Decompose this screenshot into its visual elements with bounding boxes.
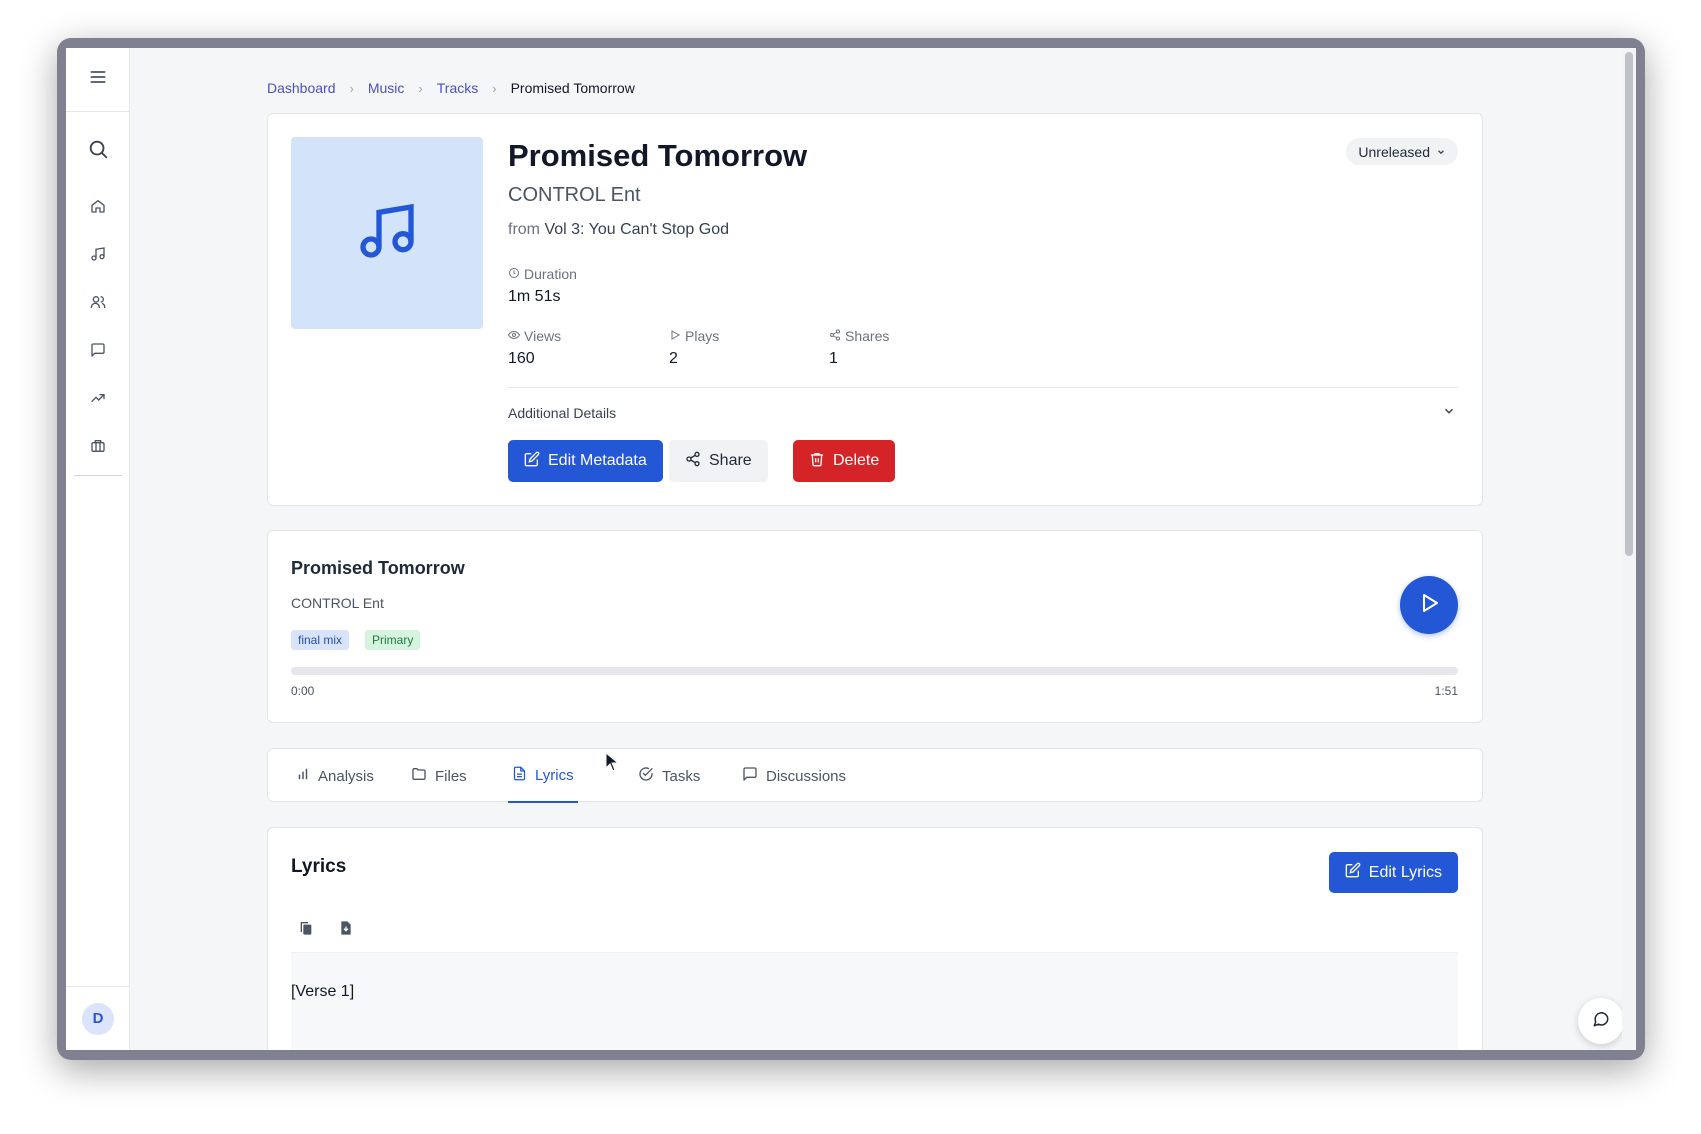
message-icon [742,766,758,786]
lyrics-toolbar [291,907,1458,953]
track-info-card: Promised Tomorrow CONTROL Ent from Vol 3… [267,113,1483,506]
search-icon[interactable] [66,138,130,160]
trash-icon [809,451,825,472]
app-screen: D Dashboard › Music › Tracks › Promised … [66,48,1636,1050]
sidebar-header [66,48,129,112]
lyrics-heading: Lyrics [291,856,347,877]
play-icon [669,328,681,344]
breadcrumb: Dashboard › Music › Tracks › Promised To… [267,80,635,96]
status-dropdown[interactable]: Unreleased [1346,138,1458,165]
shares-label: Shares [829,328,889,344]
album-art [291,137,483,329]
lyrics-line: [Verse 1] [291,983,355,1000]
download-icon[interactable] [338,920,354,941]
tag-badge: Primary [365,630,421,650]
duration-label: Duration [508,266,577,282]
player-title: Promised Tomorrow [291,558,465,578]
trending-icon[interactable] [66,390,130,406]
breadcrumb-music[interactable]: Music [368,80,405,96]
document-icon [512,766,527,785]
chevron-right-icon: › [349,80,354,96]
plays-label: Plays [669,328,719,344]
share-icon [829,328,841,344]
tab-analysis[interactable]: Analysis [292,749,378,803]
scrollbar-thumb[interactable] [1625,52,1633,556]
eye-icon [507,328,521,344]
total-time: 1:51 [1434,684,1458,698]
from-prefix: from [508,221,540,238]
chevron-right-icon: › [418,80,423,96]
home-icon[interactable] [66,198,130,214]
users-icon[interactable] [66,294,130,310]
plays-value: 2 [669,350,678,367]
chevron-down-icon [1436,144,1446,160]
mouse-cursor-icon [605,751,620,777]
tab-lyrics[interactable]: Lyrics [508,749,578,803]
tab-files[interactable]: Files [407,749,471,803]
album-name[interactable]: Vol 3: You Can't Stop God [544,221,729,238]
additional-details-toggle[interactable]: Additional Details [508,405,616,421]
chat-bubble-icon [1592,1010,1610,1033]
check-circle-icon [638,766,654,786]
music-note-icon[interactable] [66,246,130,262]
tab-tasks[interactable]: Tasks [634,749,704,803]
share-button[interactable]: Share [669,440,768,482]
clock-icon [508,266,520,282]
avatar[interactable]: D [82,1002,114,1035]
chat-icon[interactable] [66,342,130,358]
breadcrumb-current: Promised Tomorrow [510,80,635,96]
tab-bar: Analysis Files Lyrics Tasks Discussions [267,748,1483,803]
track-album: from Vol 3: You Can't Stop God [508,221,729,239]
chevron-right-icon: › [492,80,497,96]
edit-icon [524,451,540,472]
play-button[interactable] [1400,576,1458,634]
delete-button[interactable]: Delete [793,440,896,482]
tab-discussions[interactable]: Discussions [738,749,850,803]
sidebar-divider [74,475,122,476]
share-icon [685,451,701,472]
sidebar-footer: D [66,986,130,1050]
track-title: Promised Tomorrow [508,138,808,173]
edit-icon [1345,862,1361,883]
lyrics-card: Lyrics Edit Lyrics [Verse 1] [267,827,1483,1050]
chevron-down-icon[interactable] [1442,404,1456,423]
breadcrumb-dashboard[interactable]: Dashboard [267,80,336,96]
shares-value: 1 [829,350,838,367]
copy-icon[interactable] [298,920,314,941]
menu-icon[interactable] [88,67,108,92]
chat-support-button[interactable] [1578,998,1624,1044]
audio-player-card: Promised Tomorrow CONTROL Ent final mix … [267,530,1483,723]
views-label: Views [507,328,561,344]
lyrics-content: [Verse 1] [291,953,1458,1050]
player-artist: CONTROL Ent [291,595,384,611]
current-time: 0:00 [291,684,315,698]
edit-lyrics-button[interactable]: Edit Lyrics [1328,852,1458,893]
tag-badge: final mix [291,630,350,650]
duration-value: 1m 51s [508,288,561,305]
divider [508,387,1458,388]
briefcase-icon[interactable] [66,438,130,454]
scrollbar[interactable] [1622,48,1636,1050]
status-label: Unreleased [1358,143,1430,160]
track-artist: CONTROL Ent [508,184,641,206]
sidebar: D [66,48,130,1050]
views-value: 160 [508,350,535,367]
folder-icon [411,766,427,786]
edit-metadata-button[interactable]: Edit Metadata [508,440,663,482]
breadcrumb-tracks[interactable]: Tracks [437,80,478,96]
bar-chart-icon [296,767,310,785]
play-icon [1417,591,1441,620]
progress-bar[interactable] [291,667,1458,675]
music-note-icon [355,199,419,268]
